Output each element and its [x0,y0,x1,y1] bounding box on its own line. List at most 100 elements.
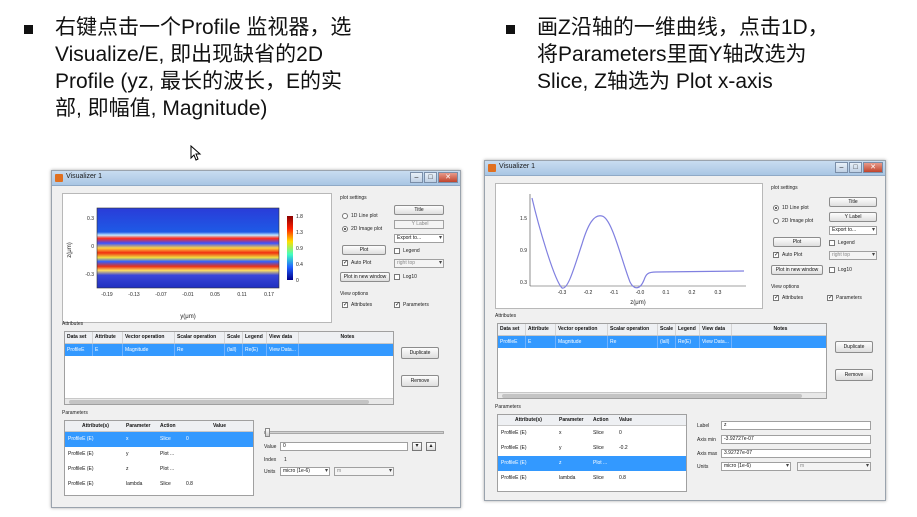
column-header[interactable]: Notes [732,324,826,335]
column-header[interactable]: Parameter [556,415,590,425]
plot-canvas[interactable]: 0.3 0 -0.3 -0.19 -0.13 -0.07 -0.01 0.05 0.11 0.1… [62,193,332,323]
column-header[interactable]: Scalar operation [175,332,225,343]
label-field[interactable]: z [721,421,871,430]
column-header[interactable]: Legend [676,324,700,335]
table-cell[interactable]: View Data... [700,336,732,348]
column-header[interactable]: Attribute(s) [65,421,123,431]
title-button[interactable]: Title [829,197,877,207]
minimize-icon[interactable]: – [835,162,848,173]
plot-canvas[interactable]: 1.5 0.9 0.3 -0.3 -0.2 -0.1 -0.0 0.1 0.2 0.3 z(μm… [495,183,763,309]
remove-button[interactable]: Remove [835,369,873,381]
remove-button[interactable]: Remove [401,375,439,387]
minimize-icon[interactable]: – [410,172,423,183]
value-field[interactable]: 0 [280,442,408,451]
visualizer-window-left[interactable]: Visualizer 1 – □ ✕ 0.3 0 -0.3 -0.19 -0.1… [51,170,461,508]
log10-checkbox[interactable] [394,274,400,280]
view-parameters-checkbox[interactable]: ✓ [394,302,400,308]
plot-button[interactable]: Plot [342,245,386,255]
radio-2d-image[interactable] [773,218,779,224]
units-combo[interactable]: micro (1e-6) [280,467,330,476]
maximize-icon[interactable]: □ [849,162,862,173]
window-titlebar[interactable]: Visualizer 1 – □ ✕ [52,171,460,186]
column-header[interactable]: Legend [243,332,267,343]
log10-checkbox[interactable] [829,267,835,273]
legend-position-combo[interactable]: right top [394,259,444,268]
close-icon[interactable]: ✕ [438,172,458,183]
view-attributes-checkbox[interactable]: ✓ [773,295,779,301]
title-button[interactable]: Title [394,205,444,215]
table-row[interactable]: ProfileE E Magnitude Re (lall) Re(E) Vie… [498,336,826,348]
table-cell[interactable]: Slice [590,441,616,456]
duplicate-button[interactable]: Duplicate [835,341,873,353]
export-combo[interactable]: Export to... [394,234,444,243]
table-row[interactable]: ProfileE (E) lambda Slice 0.8 [498,471,686,486]
table-cell[interactable]: Slice [590,471,616,486]
plot-button[interactable]: Plot [773,237,821,247]
column-header[interactable]: Action [590,415,616,425]
column-header[interactable]: Vector operation [556,324,608,335]
column-header[interactable]: Notes [299,332,393,343]
close-icon[interactable]: ✕ [863,162,883,173]
units-combo[interactable]: micro (1e-6) [721,462,791,471]
legend-position-combo[interactable]: right top [829,251,877,260]
column-header[interactable]: Scale [658,324,676,335]
table-row[interactable]: ProfileE (E) z Plot ... [65,462,253,477]
table-cell[interactable]: Slice [590,426,616,441]
plot-in-new-window-button[interactable]: Plot in new window [340,272,390,282]
table-row[interactable]: ProfileE (E) y Slice -0.2 [498,441,686,456]
table-row[interactable]: ProfileE E Magnitude Re (lall) Re(E) Vie… [65,344,393,356]
table-row[interactable]: ProfileE (E) z Plot ... [498,456,686,471]
column-header[interactable]: Attribute [526,324,556,335]
attributes-table[interactable]: Data set Attribute Vector operation Scal… [497,323,827,399]
axis-min-field[interactable]: -3.92727e-07 [721,435,871,444]
visualizer-window-right[interactable]: Visualizer 1 – □ ✕ 1.5 0.9 0.3 -0.3 -0.2 -0.… [484,160,886,501]
column-header[interactable]: View data [700,324,732,335]
column-header[interactable]: Parameter [123,421,157,431]
table-row[interactable]: ProfileE (E) y Plot ... [65,447,253,462]
column-header[interactable]: Scale [225,332,243,343]
duplicate-button[interactable]: Duplicate [401,347,439,359]
view-attributes-checkbox[interactable]: ✓ [342,302,348,308]
column-header[interactable]: Attribute [93,332,123,343]
units-unit-combo[interactable]: m [334,467,394,476]
attributes-table[interactable]: Data set Attribute Vector operation Scal… [64,331,394,405]
y-label-field[interactable]: Y Label [394,220,444,229]
table-cell[interactable]: Plot ... [157,462,183,477]
radio-1d-line[interactable] [773,205,779,211]
table-row[interactable]: ProfileE (E) x Slice 0 [498,426,686,441]
parameters-table[interactable]: Attribute(s) Parameter Action Value Prof… [497,414,687,492]
column-header[interactable]: Vector operation [123,332,175,343]
horizontal-scrollbar[interactable] [498,392,826,398]
export-combo[interactable]: Export to... [829,226,877,235]
axis-max-field[interactable]: 3.92727e-07 [721,449,871,458]
horizontal-scrollbar[interactable] [65,398,393,404]
radio-2d-image[interactable] [342,226,348,232]
column-header[interactable]: Value [183,421,253,431]
radio-1d-line[interactable] [342,213,348,219]
legend-checkbox[interactable] [394,248,400,254]
value-slider[interactable] [264,431,444,434]
auto-plot-checkbox[interactable]: ✓ [773,252,779,258]
plot-in-new-window-button[interactable]: Plot in new window [771,265,823,275]
table-row[interactable]: ProfileE (E) lambda Slice 0.8 [65,477,253,492]
legend-checkbox[interactable] [829,240,835,246]
column-header[interactable]: Data set [65,332,93,343]
parameters-table[interactable]: Attribute(s) Parameter Action Value Prof… [64,420,254,496]
view-parameters-checkbox[interactable]: ✓ [827,295,833,301]
column-header[interactable]: Action [157,421,183,431]
slider-thumb[interactable] [265,428,270,437]
decrement-icon[interactable]: ▾ [412,442,422,451]
column-header[interactable]: Scalar operation [608,324,658,335]
y-label-button[interactable]: Y Label [829,212,877,222]
column-header[interactable]: View data [267,332,299,343]
column-header[interactable]: Attribute(s) [498,415,556,425]
table-cell[interactable]: Slice [157,477,183,492]
table-cell[interactable]: Slice [157,432,183,447]
units-unit-combo[interactable]: m [797,462,871,471]
column-header[interactable]: Data set [498,324,526,335]
table-row[interactable]: ProfileE (E) x Slice 0 [65,432,253,447]
auto-plot-checkbox[interactable]: ✓ [342,260,348,266]
scrollbar-thumb[interactable] [69,400,369,404]
maximize-icon[interactable]: □ [424,172,437,183]
table-cell[interactable]: View Data... [267,344,299,356]
